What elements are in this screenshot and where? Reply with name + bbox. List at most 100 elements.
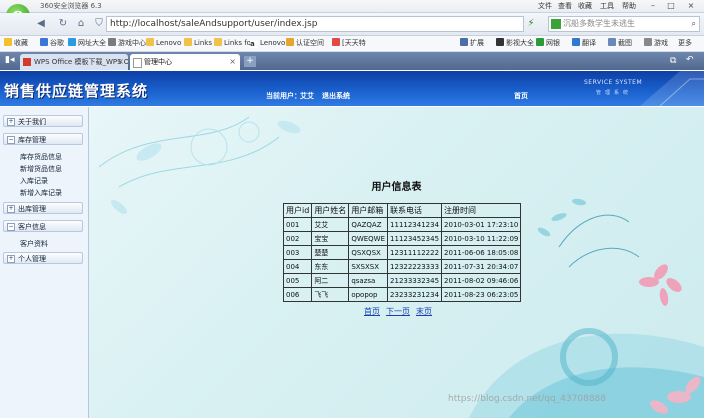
- pagination: 首页 下一页 末页: [364, 306, 438, 317]
- cell-user-id: 001: [282, 217, 313, 232]
- service-system-label: SERVICE SYSTEM: [584, 79, 643, 86]
- sidebar-item-add-goods[interactable]: 新增货品信息: [20, 164, 62, 174]
- google-icon: [40, 38, 48, 46]
- shield-icon: ⛉: [95, 18, 103, 29]
- sidebar-item-add-stock-in[interactable]: 新增入库记录: [20, 188, 62, 198]
- cell-email: qsazsa: [348, 273, 389, 288]
- menu-view[interactable]: 查看: [558, 1, 572, 11]
- bookmark-google[interactable]: 谷歌: [40, 38, 64, 49]
- bookmark-lenovo[interactable]: Lenovo: [146, 38, 181, 49]
- cell-user-id: 003: [282, 245, 313, 260]
- bookmark-lenovo-2[interactable]: a Lenovo: [250, 38, 285, 49]
- current-user-name: 艾艾: [300, 92, 314, 100]
- bookmark-favorites[interactable]: 收藏: [4, 38, 28, 49]
- close-window-icon[interactable]: ×: [684, 0, 698, 11]
- bookmark-video[interactable]: 影视大全: [496, 38, 534, 49]
- search-icon[interactable]: ⌕: [692, 17, 696, 31]
- cell-register-time: 2010-03-10 11:22:09: [441, 231, 522, 246]
- bookmark-hao[interactable]: 网址大全: [68, 38, 106, 49]
- sidebar-section-personal[interactable]: + 个人管理: [3, 252, 83, 264]
- next-page-link[interactable]: 下一页: [386, 307, 410, 316]
- close-tab-icon[interactable]: ×: [117, 54, 124, 70]
- undo-icon[interactable]: ↶: [686, 55, 694, 65]
- menu-help[interactable]: 帮助: [622, 1, 636, 11]
- cell-user-id: 002: [282, 231, 313, 246]
- cell-user-name: 宝宝: [311, 231, 350, 246]
- folder-icon: [146, 38, 154, 46]
- cell-user-name: 楚楚: [311, 245, 350, 260]
- home-icon[interactable]: ⌂: [74, 17, 88, 31]
- bookmark-bank[interactable]: 网银: [536, 38, 560, 49]
- sidebar-section-about[interactable]: + 关于我们: [3, 115, 83, 127]
- table-header-row: 用户id 用户姓名 用户邮箱 联系电话 注册时间: [282, 203, 522, 218]
- menu-tools[interactable]: 工具: [600, 1, 614, 11]
- cell-phone: 11112341234: [387, 217, 443, 232]
- back-icon[interactable]: ◀: [34, 17, 48, 31]
- tab-admin[interactable]: 管理中心 ×: [130, 54, 240, 70]
- collapse-icon: −: [7, 136, 15, 144]
- bookmark-extensions[interactable]: 扩展: [460, 38, 484, 49]
- expand-icon: +: [7, 118, 15, 126]
- bookmark-games[interactable]: 游戏中心: [108, 38, 146, 49]
- game-icon: [108, 38, 116, 46]
- page-title: 用户信息表: [371, 182, 422, 193]
- restore-icon[interactable]: ⧉: [670, 56, 676, 66]
- bookmark-translate[interactable]: 翻译: [572, 38, 596, 49]
- menu-file[interactable]: 文件: [538, 1, 552, 11]
- column-header-user-name: 用户姓名: [311, 203, 350, 218]
- bookmark-auth[interactable]: 认证空间: [286, 38, 324, 49]
- first-page-link[interactable]: 首页: [364, 307, 380, 316]
- cell-register-time: 2011-07-31 20:34:07: [441, 259, 522, 274]
- service-system-sub: 管理系统: [596, 90, 633, 96]
- cell-phone: 12311112222: [387, 245, 443, 260]
- sidebar-section-inventory[interactable]: − 库存管理: [3, 133, 83, 145]
- cell-email: SXSXSX: [348, 259, 389, 274]
- navigation-bar: ◀ ↻ ⌂ ⛉ http://localhost/saleAndsupport/…: [0, 13, 704, 36]
- bookmark-tiantian[interactable]: [天天特: [332, 38, 366, 49]
- home-link[interactable]: 首页: [514, 91, 528, 101]
- bookmark-links-for[interactable]: Links for: [214, 38, 254, 49]
- sidebar-item-inventory-info[interactable]: 库存货品信息: [20, 152, 62, 162]
- tab-wps[interactable]: WPS Office 模板下载_WPS O ×: [20, 54, 128, 70]
- search-input[interactable]: 沉船多数学生未逃生 ⌕: [548, 16, 700, 32]
- new-tab-icon[interactable]: +: [244, 56, 256, 67]
- cell-email: QWEQWE: [348, 231, 389, 246]
- bookmark-games-2[interactable]: 游戏: [644, 38, 668, 49]
- cell-register-time: 2010-03-01 17:23:10: [441, 217, 522, 232]
- cell-email: QAZQAZ: [348, 217, 389, 232]
- column-header-email: 用户邮箱: [348, 203, 389, 218]
- sidebar-item-customer-data[interactable]: 客户资料: [20, 239, 48, 249]
- maximize-icon[interactable]: □: [664, 0, 678, 11]
- cell-register-time: 2011-08-02 09:46:06: [441, 273, 522, 288]
- address-bar[interactable]: http://localhost/saleAndsupport/user/ind…: [106, 16, 524, 32]
- speed-mode-icon[interactable]: ⚡: [524, 17, 538, 31]
- sidebar-section-customers[interactable]: − 客户信息: [3, 220, 83, 232]
- current-user-label: 当前用户：: [266, 92, 301, 100]
- shield-icon: [536, 38, 544, 46]
- column-header-user-id: 用户id: [282, 203, 313, 218]
- bookmark-screenshot[interactable]: 截图: [608, 38, 632, 49]
- column-header-phone: 联系电话: [387, 203, 443, 218]
- cell-register-time: 2011-08-23 06:23:05: [441, 287, 522, 302]
- refresh-icon[interactable]: ↻: [56, 17, 70, 31]
- menu-favorites[interactable]: 收藏: [578, 1, 592, 11]
- last-page-link[interactable]: 末页: [416, 307, 432, 316]
- logout-link[interactable]: 退出系统: [322, 91, 350, 101]
- badge-icon: [286, 38, 294, 46]
- sidebar-section-outbound[interactable]: + 出库管理: [3, 202, 83, 214]
- app-header: 销售供应链管理系统 当前用户： 艾艾 退出系统 首页 SERVICE SYSTE…: [0, 71, 704, 106]
- browser-app-name: 360安全浏览器 6.3: [40, 2, 102, 10]
- folder-icon: [184, 38, 192, 46]
- minimize-icon[interactable]: –: [646, 0, 660, 11]
- sidebar-toggle-icon[interactable]: ▮◂: [5, 55, 14, 65]
- sidebar-item-stock-in-records[interactable]: 入库记录: [20, 176, 48, 186]
- bookmark-links[interactable]: Links: [184, 38, 212, 49]
- star-icon: [4, 38, 12, 46]
- page-icon: [133, 58, 142, 68]
- address-text: http://localhost/saleAndsupport/user/ind…: [110, 19, 318, 29]
- bookmark-more[interactable]: 更多: [678, 38, 692, 49]
- search-engine-icon[interactable]: [551, 19, 561, 29]
- column-header-register-time: 注册时间: [441, 203, 522, 218]
- close-tab-icon[interactable]: ×: [229, 54, 236, 70]
- sidebar: + 关于我们 − 库存管理 库存货品信息 新增货品信息 入库记录 新增入库记录 + 出…: [0, 107, 89, 418]
